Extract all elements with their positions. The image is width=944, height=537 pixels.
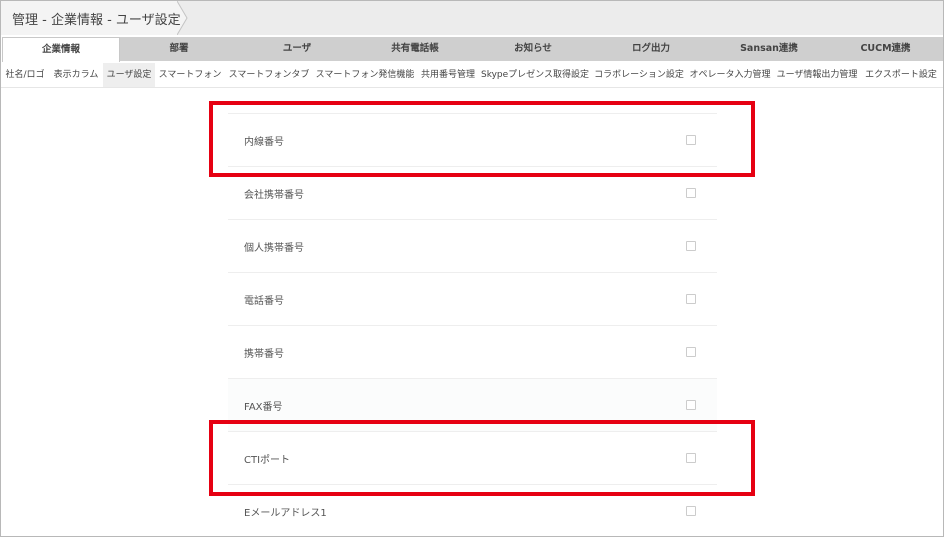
breadcrumb-text: 管理 - 企業情報 - ユーザ設定 (12, 13, 181, 28)
tab-log-output[interactable]: ログ出力 (592, 37, 710, 61)
tab-notices[interactable]: お知らせ (474, 37, 592, 61)
subtab-skype-presence[interactable]: Skypeプレゼンス取得設定 (479, 63, 591, 87)
main-tabs: 企業情報 部署 ユーザ 共有電話帳 お知らせ ログ出力 Sansan連携 CUC… (1, 37, 943, 62)
subtab-user-settings[interactable]: ユーザ設定 (103, 63, 155, 87)
field-row-email1: Eメールアドレス1 (228, 484, 717, 536)
subtab-user-info-output[interactable]: ユーザ情報出力管理 (774, 63, 860, 87)
field-checkbox[interactable] (686, 400, 696, 410)
field-row-fax: FAX番号 (228, 378, 717, 431)
field-label: CTIポート (244, 455, 291, 466)
field-label: 内線番号 (244, 137, 284, 148)
subtab-display-columns[interactable]: 表示カラム (50, 63, 102, 87)
subtab-company-name-logo[interactable]: 社名/ロゴ (1, 63, 49, 87)
subtab-smartphone-call[interactable]: スマートフォン発信機能 (314, 63, 416, 87)
header-bar: 管理 - 企業情報 - ユーザ設定 (1, 1, 943, 35)
field-label: 会社携帯番号 (244, 190, 304, 201)
field-label: 個人携帯番号 (244, 243, 304, 254)
subtab-smartphone-tab[interactable]: スマートフォンタブ (225, 63, 313, 87)
field-checkbox[interactable] (686, 453, 696, 463)
field-row-phone: 電話番号 (228, 272, 717, 325)
field-label: FAX番号 (244, 402, 283, 413)
field-checkbox[interactable] (686, 135, 696, 145)
subtab-collaboration[interactable]: コラボレーション設定 (591, 63, 687, 87)
field-row-mobile: 携帯番号 (228, 325, 717, 378)
subtab-operator-input[interactable]: オペレータ入力管理 (687, 63, 773, 87)
field-label: Eメールアドレス1 (244, 508, 327, 519)
subtab-export-settings[interactable]: エクスポート設定 (860, 63, 942, 87)
divider (1, 87, 943, 88)
field-row-company-mobile: 会社携帯番号 (228, 166, 717, 219)
field-label: 携帯番号 (244, 349, 284, 360)
field-checkbox[interactable] (686, 347, 696, 357)
field-checkbox[interactable] (686, 188, 696, 198)
field-checkbox[interactable] (686, 506, 696, 516)
field-label: 電話番号 (244, 296, 284, 307)
tab-company-info[interactable]: 企業情報 (2, 37, 120, 62)
tab-user[interactable]: ユーザ (238, 37, 356, 61)
tab-shared-phonebook[interactable]: 共有電話帳 (356, 37, 474, 61)
field-checkbox[interactable] (686, 294, 696, 304)
subtab-smartphone[interactable]: スマートフォン (156, 63, 224, 87)
tab-cucm-link[interactable]: CUCM連携 (828, 37, 943, 61)
tab-sansan-link[interactable]: Sansan連携 (710, 37, 828, 61)
sub-tabs: 社名/ロゴ 表示カラム ユーザ設定 スマートフォン スマートフォンタブ スマート… (1, 63, 943, 87)
field-row-cti-port: CTIポート (228, 431, 717, 484)
app-window: 管理 - 企業情報 - ユーザ設定 企業情報 部署 ユーザ 共有電話帳 お知らせ… (0, 0, 944, 537)
tab-department[interactable]: 部署 (120, 37, 238, 61)
subtab-shared-number[interactable]: 共用番号管理 (417, 63, 479, 87)
field-checkbox[interactable] (686, 241, 696, 251)
field-row-personal-mobile: 個人携帯番号 (228, 219, 717, 272)
field-row-extension: 内線番号 (228, 113, 717, 166)
